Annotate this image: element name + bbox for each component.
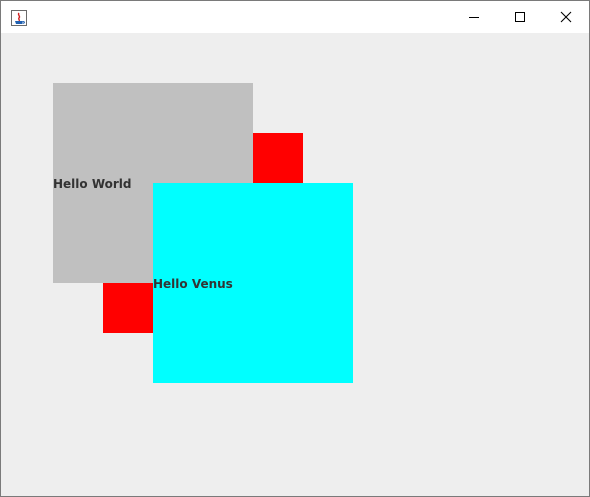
- close-icon: [560, 11, 572, 23]
- red-square-bottom: [103, 283, 153, 333]
- app-window: Hello World Hello Venus: [0, 0, 590, 497]
- java-app-icon[interactable]: [11, 10, 27, 26]
- content-pane: Hello World Hello Venus: [1, 33, 589, 496]
- red-square-top: [253, 133, 303, 183]
- maximize-button[interactable]: [497, 1, 543, 33]
- close-button[interactable]: [543, 1, 589, 33]
- minimize-icon: [469, 17, 479, 18]
- maximize-icon: [515, 12, 525, 22]
- minimize-button[interactable]: [451, 1, 497, 33]
- title-bar[interactable]: [1, 1, 589, 33]
- hello-world-label: Hello World: [53, 177, 132, 191]
- hello-venus-label: Hello Venus: [153, 277, 233, 291]
